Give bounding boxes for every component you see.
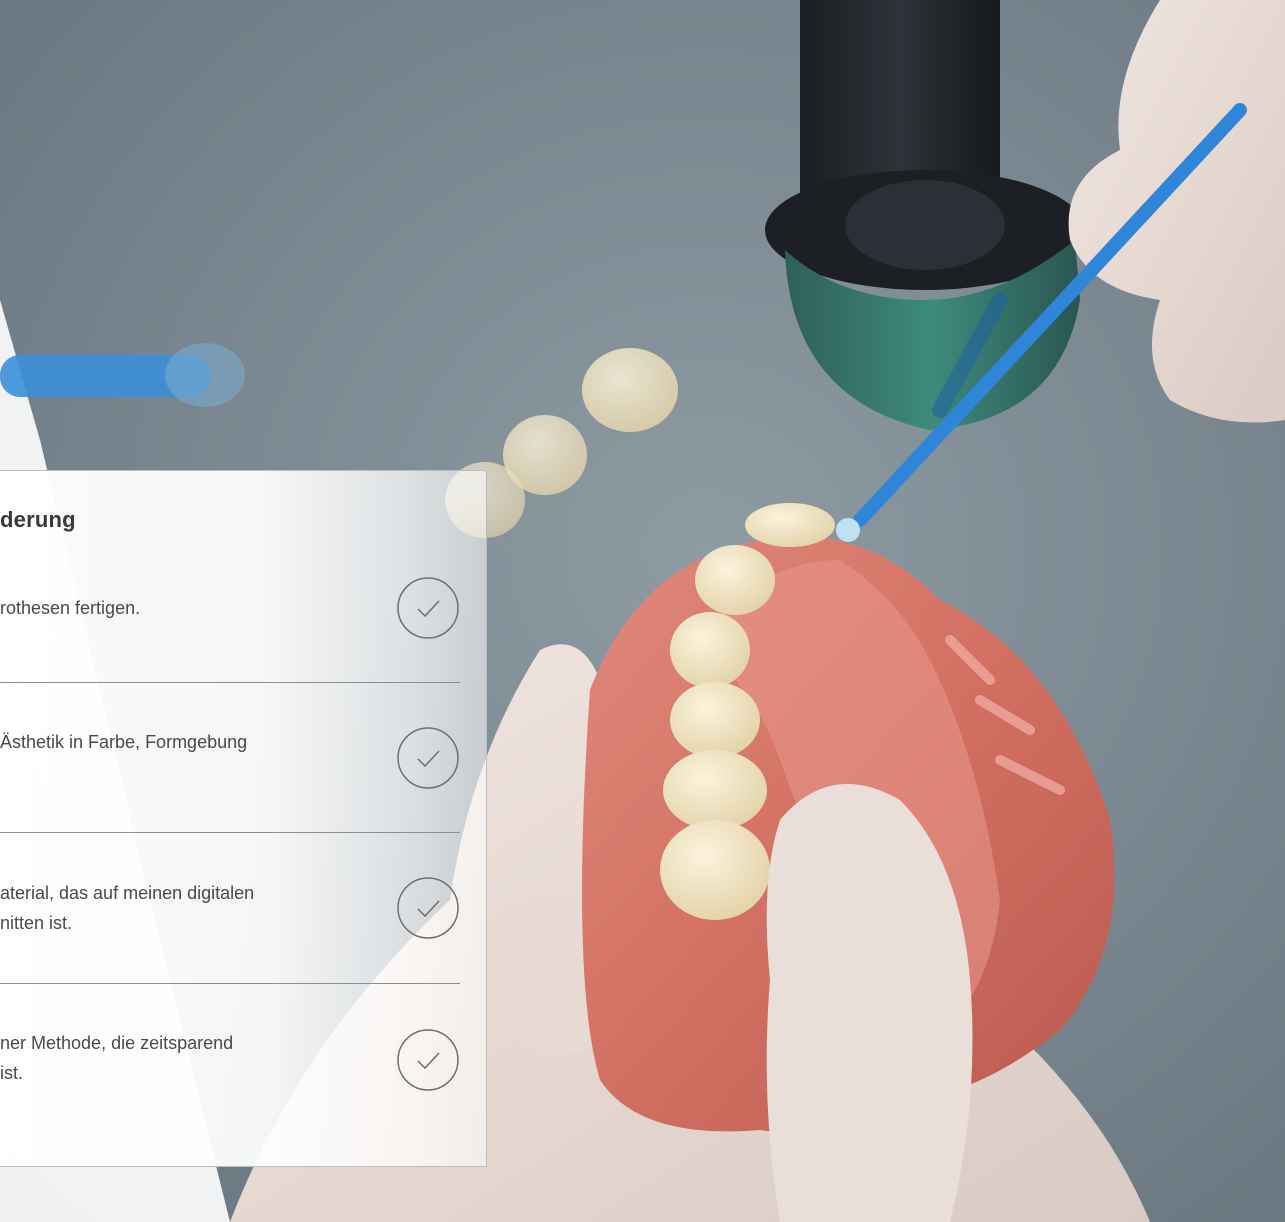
- list-item-text: Ästhetik in Farbe, Formgebung: [0, 732, 248, 752]
- card-title: derung: [0, 507, 76, 532]
- list-item: ner Methode, die zeitsparend ist.: [0, 983, 460, 1134]
- list-item-text: ner Methode, die zeitsparend ist.: [0, 1033, 234, 1083]
- check-circle-icon: [397, 1029, 459, 1091]
- check-circle-icon: [397, 577, 459, 639]
- check-circle-icon: [397, 727, 459, 789]
- list-item-text: rothesen fertigen.: [0, 598, 141, 618]
- list-item: Ästhetik in Farbe, Formgebung: [0, 682, 460, 833]
- list-item: aterial, das auf meinen digitalen nitten…: [0, 832, 460, 983]
- check-circle-icon: [397, 877, 459, 939]
- requirements-card: derung rothesen fertigen. Ästhetik in Fa…: [0, 470, 487, 1167]
- list-item: rothesen fertigen.: [0, 531, 460, 681]
- list-item-text: aterial, das auf meinen digitalen nitten…: [0, 883, 255, 933]
